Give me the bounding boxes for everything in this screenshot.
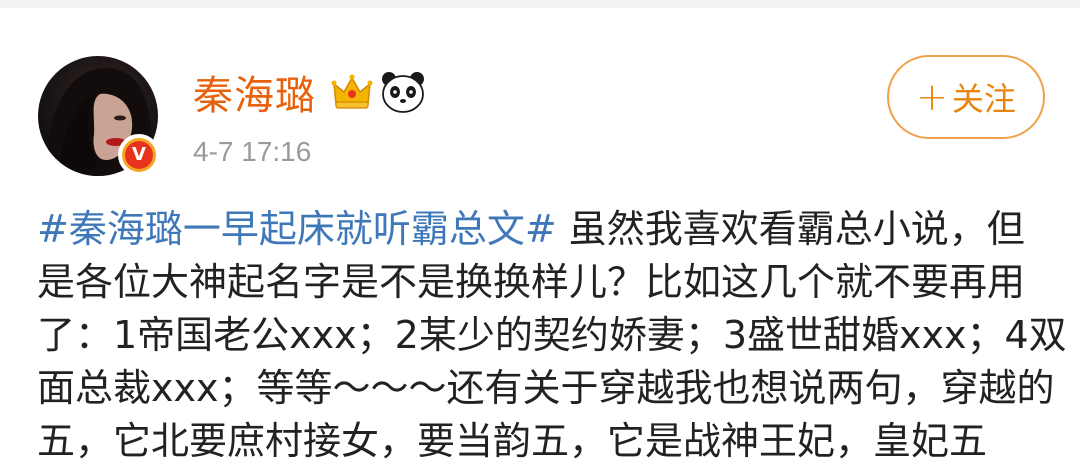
body-text-1: 虽然我喜欢看霸总小说，但 [556, 207, 1025, 251]
body-line-1: #秦海璐一早起床就听霸总文# 虽然我喜欢看霸总小说，但 [37, 203, 1047, 256]
post-header: V 秦海璐 4-7 17:16 + 关注 [0, 8, 1080, 188]
name-row: 秦海璐 [193, 63, 426, 121]
body-line-2: 是各位大神起名字是不是换换样儿？比如这几个就不要再用 [37, 260, 1026, 304]
plus-icon: + [916, 75, 948, 119]
verified-badge-letter: V [125, 141, 153, 169]
body-line-5: 五，它北要庶村接女，要当韵五，它是战神王妃，皇妃五 [37, 419, 988, 463]
verified-badge-icon: V [118, 134, 160, 176]
post-body: #秦海璐一早起床就听霸总文# 虽然我喜欢看霸总小说，但 是各位大神起名字是不是换… [37, 203, 1067, 468]
follow-label: 关注 [951, 80, 1016, 118]
post-timestamp: 4-7 17:16 [193, 136, 312, 167]
hashtag-link[interactable]: #秦海璐一早起床就听霸总文# [37, 207, 557, 251]
username[interactable]: 秦海璐 [193, 63, 316, 121]
panda-icon [382, 72, 424, 113]
follow-button[interactable]: + 关注 [887, 55, 1045, 139]
avatar[interactable]: V [38, 56, 166, 184]
body-line-4: 面总裁xxx；等等～～～还有关于穿越我也想说两句，穿越的 [37, 366, 1055, 410]
body-line-3: 了：1帝国老公xxx；2某少的契约娇妻；3盛世甜婚xxx；4双 [37, 313, 1067, 357]
crown-icon [331, 74, 373, 109]
top-divider [0, 0, 1080, 8]
